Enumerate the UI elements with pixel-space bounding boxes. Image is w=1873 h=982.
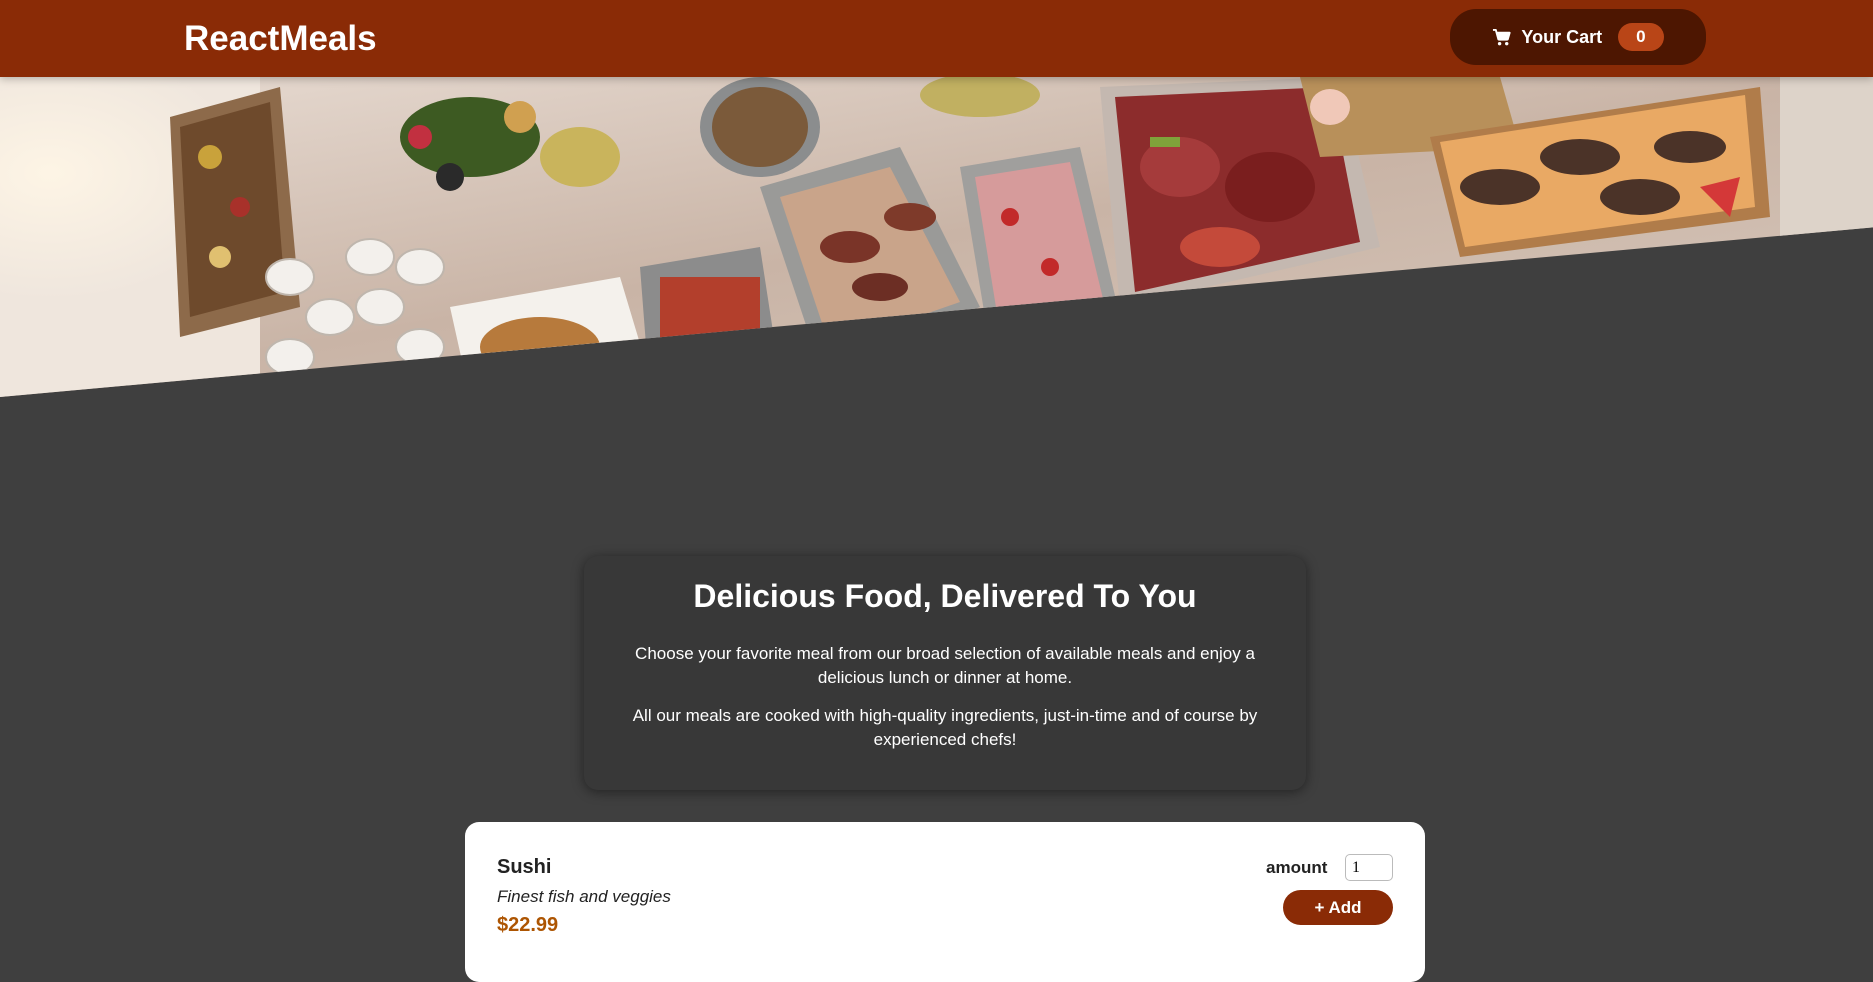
summary-paragraph-1: Choose your favorite meal from our broad… [635,644,1255,687]
cart-label: Your Cart [1521,26,1603,47]
cart-button[interactable]: Your Cart 0 [1450,9,1706,65]
shopping-cart-icon [1492,28,1512,47]
meal-description: Finest fish and veggies [497,887,671,906]
cart-count-badge: 0 [1618,23,1664,51]
add-to-cart-button[interactable]: + Add [1283,890,1393,925]
app-logo: ReactMeals [184,19,377,58]
meals-list-card: Sushi Finest fish and veggies $22.99 amo… [465,822,1425,982]
meals-summary-card: Delicious Food, Delivered To You Choose … [584,556,1306,790]
amount-label: amount [1266,858,1328,877]
meal-name: Sushi [497,856,552,878]
summary-title: Delicious Food, Delivered To You [693,578,1197,614]
amount-input[interactable] [1345,854,1393,881]
hero-food-image [0,77,1873,397]
summary-paragraph-2: All our meals are cooked with high-quali… [632,706,1258,749]
meal-price: $22.99 [497,914,559,936]
app-header: ReactMeals Your Cart 0 [0,0,1873,77]
